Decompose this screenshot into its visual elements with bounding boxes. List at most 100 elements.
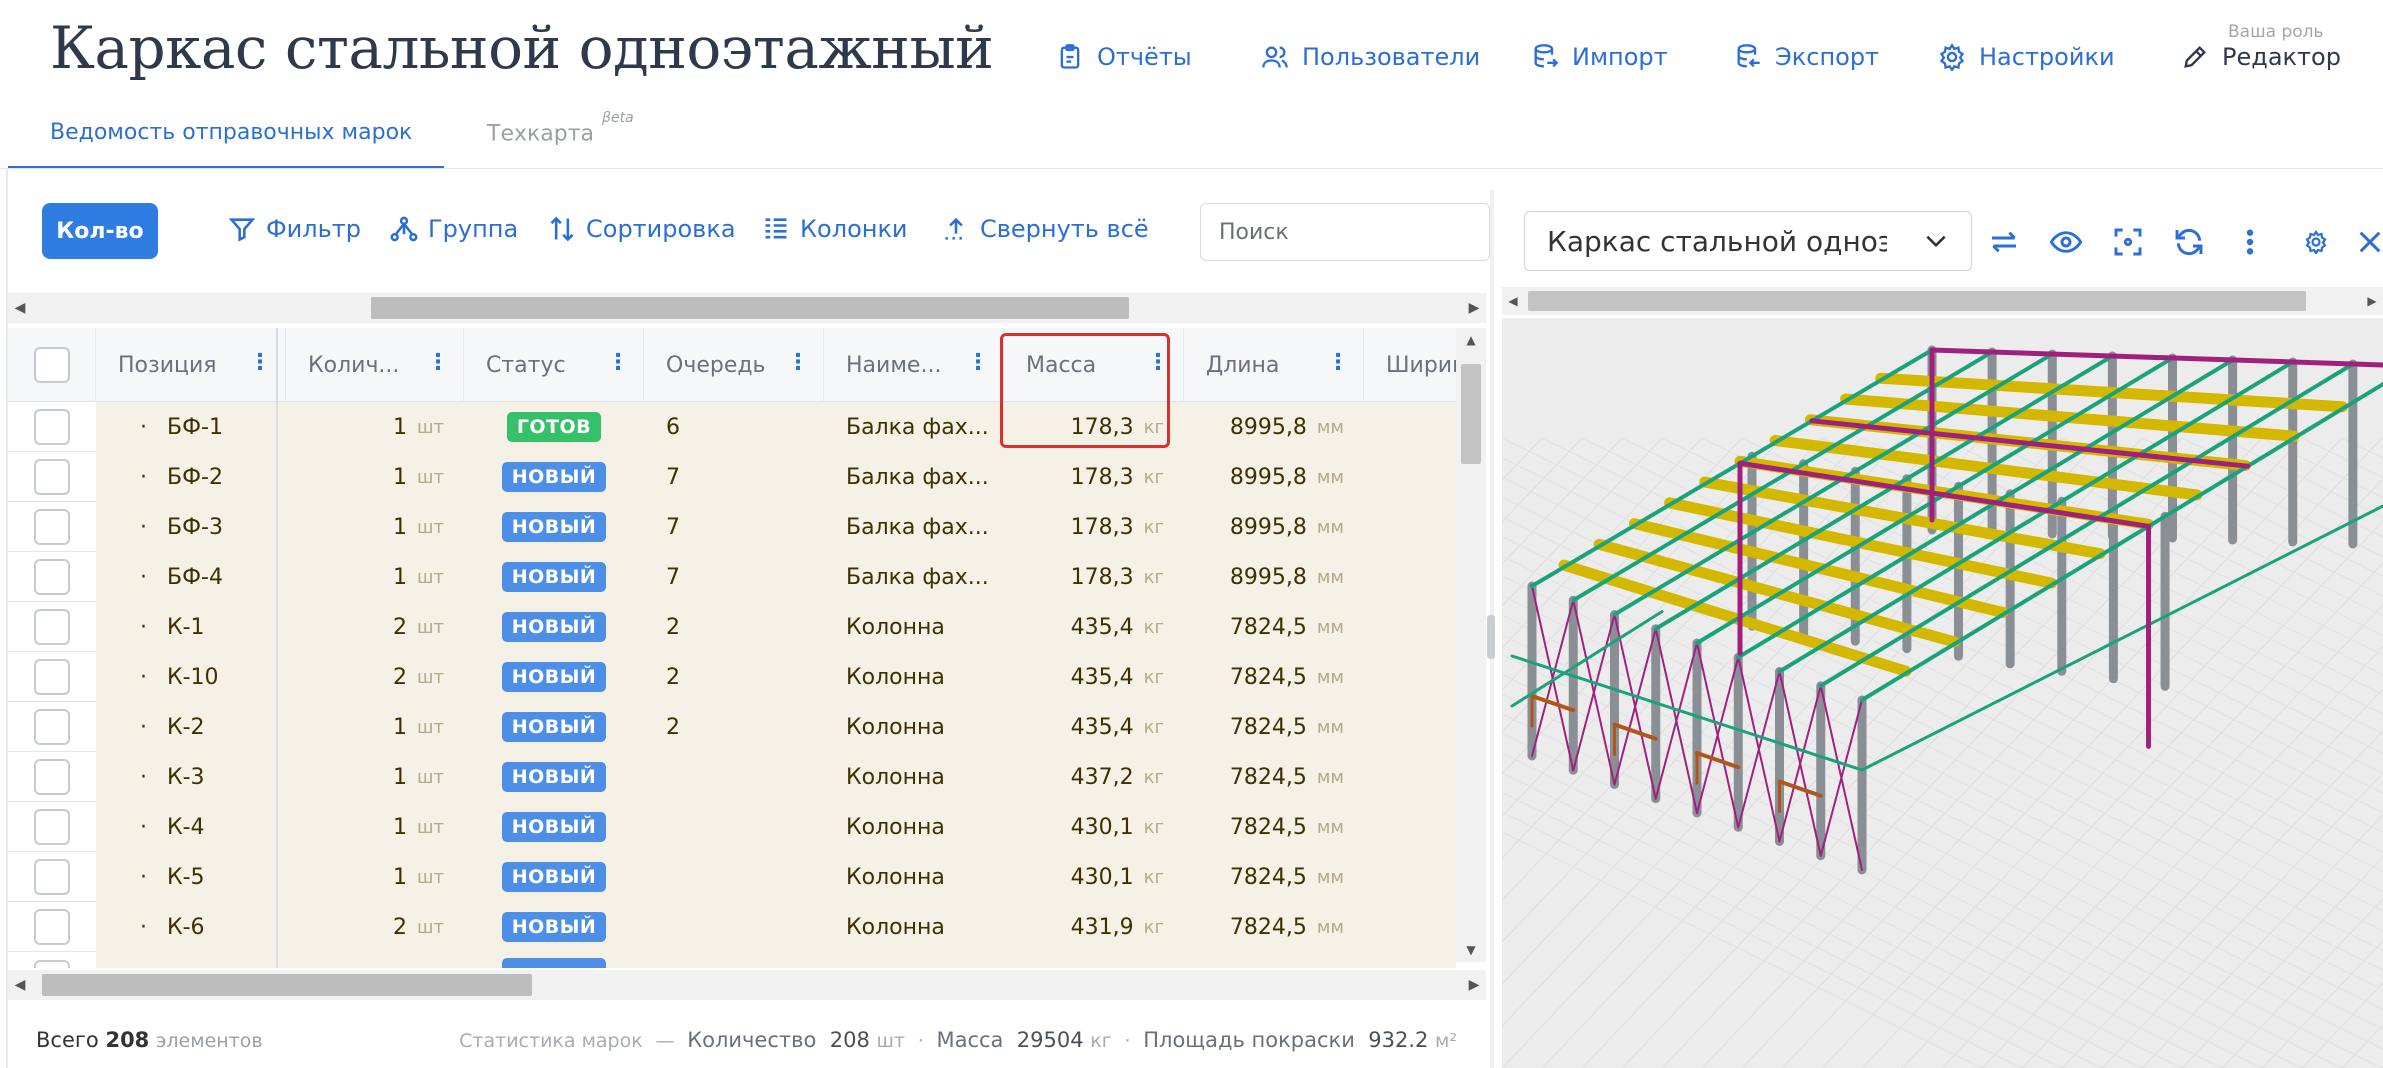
col-width[interactable]: Ширин xyxy=(1364,328,1456,402)
column-menu-icon[interactable]: ⋮ xyxy=(787,352,809,374)
cell-width xyxy=(1364,752,1456,802)
column-menu-icon[interactable]: ⋮ xyxy=(967,352,989,374)
scroll-up-arrow[interactable]: ▲ xyxy=(1456,328,1486,352)
table-row[interactable]: · К-5 1 шт НОВЫЙ Колонна 430,1 кг 7824,5 мм xyxy=(8,852,1456,902)
scroll-right-arrow[interactable]: ▶ xyxy=(2361,287,2383,315)
scroll-down-arrow[interactable]: ▼ xyxy=(1456,938,1486,962)
nav-reports[interactable]: Отчёты xyxy=(1055,40,1192,74)
row-checkbox[interactable] xyxy=(34,659,70,695)
search-input[interactable] xyxy=(1200,203,1490,261)
viewer-scroll-thumb[interactable] xyxy=(1528,291,2306,311)
select-all-checkbox[interactable] xyxy=(34,347,70,383)
collapse-all-button[interactable]: Свернуть всё xyxy=(942,215,1149,243)
more-vertical-icon[interactable] xyxy=(2232,224,2268,260)
row-bullet: · xyxy=(140,664,147,690)
group-button[interactable]: Группа xyxy=(390,215,518,243)
nav-export[interactable]: Экспорт xyxy=(1733,40,1879,74)
row-checkbox[interactable] xyxy=(34,459,70,495)
scroll-thumb[interactable] xyxy=(371,297,1129,319)
eye-icon[interactable] xyxy=(2048,224,2084,260)
tab-techmap[interactable]: Техкарта βeta xyxy=(487,110,634,146)
tab-sheet[interactable]: Ведомость отправочных марок xyxy=(50,120,412,145)
table-hscroll-top[interactable]: ◀ ▶ xyxy=(8,293,1486,323)
scroll-right-arrow[interactable]: ▶ xyxy=(1462,293,1486,323)
cell-quantity: 1 шт xyxy=(278,702,464,752)
table-row[interactable]: · БФ-1 1 шт ГОТОВ 6 Балка фах... 178,3 кг 8995,8 м… xyxy=(8,402,1456,452)
status-badge: НОВЫЙ xyxy=(501,812,607,842)
position-value: БФ-1 xyxy=(167,414,223,440)
col-status[interactable]: Статус ⋮ xyxy=(464,328,644,402)
name-value: Колонна xyxy=(846,714,945,740)
row-checkbox[interactable] xyxy=(34,609,70,645)
row-checkbox[interactable] xyxy=(34,809,70,845)
table-row[interactable]: · К-3 1 шт НОВЫЙ Колонна 437,2 кг 7824,5 мм xyxy=(8,752,1456,802)
column-menu-icon[interactable]: ⋮ xyxy=(249,352,271,374)
column-menu-icon[interactable]: ⋮ xyxy=(1327,352,1349,374)
table-row[interactable]: · БФ-2 1 шт НОВЫЙ 7 Балка фах... 178,3 кг 8995,8 м… xyxy=(8,452,1456,502)
cell-name: Колонна xyxy=(824,652,1004,702)
table-vscroll[interactable]: ▲ ▼ xyxy=(1456,328,1486,962)
viewer-settings-icon[interactable] xyxy=(2298,224,2334,260)
table-row[interactable]: · К-10 2 шт НОВЫЙ 2 Колонна 435,4 кг 7824,5 мм xyxy=(8,652,1456,702)
row-checkbox[interactable] xyxy=(34,559,70,595)
cell-quantity: 1 шт xyxy=(278,852,464,902)
table-row[interactable]: · К-6 2 шт НОВЫЙ Колонна 431,9 кг 7824,5 мм xyxy=(8,902,1456,952)
scroll-left-arrow[interactable]: ◀ xyxy=(1502,287,1524,315)
column-menu-icon[interactable]: ⋮ xyxy=(607,352,629,374)
model-viewport[interactable] xyxy=(1502,318,2383,1068)
table-row[interactable]: · БФ-3 1 шт НОВЫЙ 7 Балка фах... 178,3 кг 8995,8 м… xyxy=(8,502,1456,552)
quantity-unit: шт xyxy=(417,666,444,688)
nav-settings[interactable]: Настройки xyxy=(1937,40,2115,74)
row-checkbox[interactable] xyxy=(34,859,70,895)
table-row[interactable]: · К-1 2 шт НОВЫЙ 2 Колонна 435,4 кг 7824,5 мм xyxy=(8,602,1456,652)
stats-dash: — xyxy=(649,1030,681,1052)
cell-status: НОВЫЙ xyxy=(464,602,644,652)
col-length-label: Длина xyxy=(1206,352,1280,378)
row-checkbox[interactable] xyxy=(34,909,70,945)
table-hscroll-bottom[interactable]: ◀ ▶ xyxy=(8,970,1486,1000)
scroll-left-arrow[interactable]: ◀ xyxy=(8,970,32,1000)
col-quantity[interactable]: Колич... ⋮ xyxy=(286,328,464,402)
col-length[interactable]: Длина ⋮ xyxy=(1184,328,1364,402)
table-row[interactable]: · К-2 1 шт НОВЫЙ 2 Колонна 435,4 кг 7824,5 мм xyxy=(8,702,1456,752)
model-select[interactable]: Каркас стальной одноэтажный xyxy=(1524,211,1972,271)
row-checkbox[interactable] xyxy=(34,509,70,545)
quantity-value: 1 xyxy=(393,864,408,890)
mass-unit: кг xyxy=(1143,516,1164,538)
filter-button[interactable]: Фильтр xyxy=(228,215,361,243)
nav-users[interactable]: Пользователи xyxy=(1260,40,1480,74)
row-checkbox[interactable] xyxy=(34,409,70,445)
role-switcher[interactable]: Редактор xyxy=(2180,40,2341,74)
nav-import[interactable]: Импорт xyxy=(1530,40,1668,74)
sort-button[interactable]: Сортировка xyxy=(548,215,736,243)
swap-icon[interactable] xyxy=(1986,224,2022,260)
row-bullet: · xyxy=(140,864,147,890)
close-icon[interactable] xyxy=(2352,224,2383,260)
col-queue[interactable]: Очередь ⋮ xyxy=(644,328,824,402)
table-row[interactable] xyxy=(8,952,1456,968)
quantity-button[interactable]: Кол-во xyxy=(42,203,158,259)
nav-settings-label: Настройки xyxy=(1979,43,2115,71)
scroll-right-arrow[interactable]: ▶ xyxy=(1462,970,1486,1000)
nav-users-label: Пользователи xyxy=(1302,43,1481,71)
col-name[interactable]: Наиме... ⋮ xyxy=(824,328,1004,402)
row-checkbox[interactable] xyxy=(34,709,70,745)
scroll-thumb[interactable] xyxy=(42,974,532,996)
panel-splitter-handle[interactable] xyxy=(1487,615,1495,659)
vscroll-thumb[interactable] xyxy=(1461,364,1481,464)
cell-status xyxy=(464,952,644,968)
wall-girt xyxy=(1612,722,1658,741)
stats-dot: · xyxy=(1118,1030,1137,1052)
col-position[interactable]: Позиция ⋮ xyxy=(96,328,286,402)
column-menu-icon[interactable]: ⋮ xyxy=(427,352,449,374)
table-row[interactable]: · БФ-4 1 шт НОВЫЙ 7 Балка фах... 178,3 кг 8995,8 м… xyxy=(8,552,1456,602)
focus-frame-icon[interactable] xyxy=(2110,224,2146,260)
viewer-hscroll[interactable]: ◀ ▶ xyxy=(1502,287,2383,315)
row-bullet: · xyxy=(140,564,147,590)
scroll-left-arrow[interactable]: ◀ xyxy=(8,293,32,323)
refresh-icon[interactable] xyxy=(2171,224,2207,260)
columns-button[interactable]: Колонки xyxy=(762,215,908,243)
table-row[interactable]: · К-4 1 шт НОВЫЙ Колонна 430,1 кг 7824,5 мм xyxy=(8,802,1456,852)
row-checkbox[interactable] xyxy=(34,960,70,968)
row-checkbox[interactable] xyxy=(34,759,70,795)
